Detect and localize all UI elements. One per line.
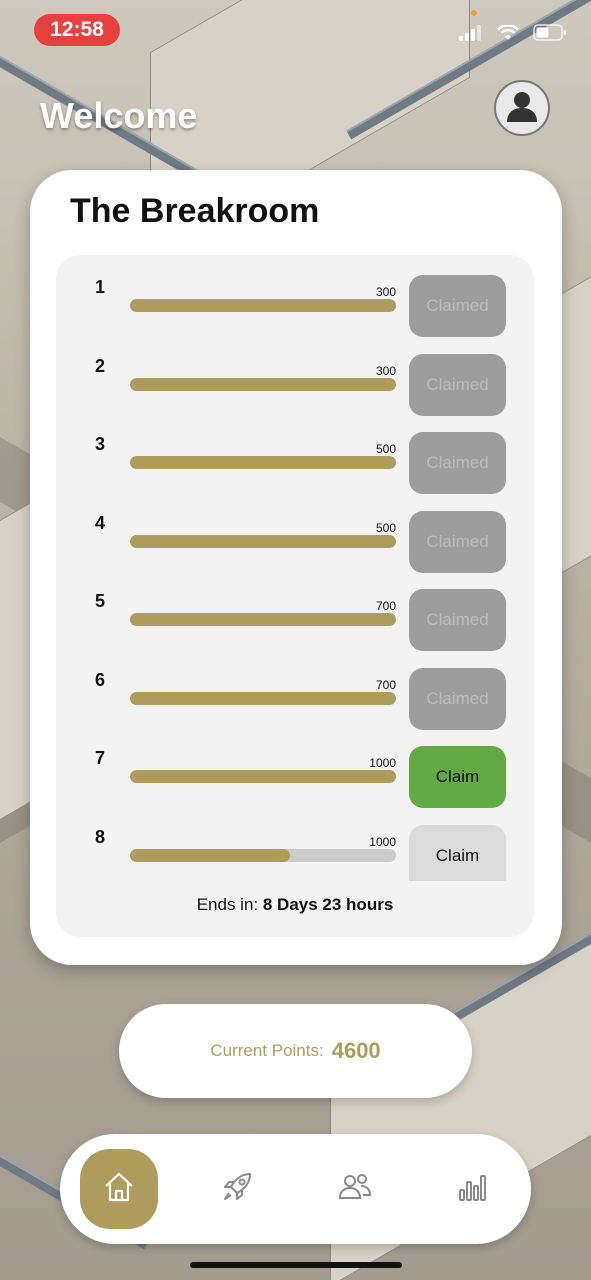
home-indicator <box>190 1262 402 1268</box>
progress-bar-fill <box>130 848 290 862</box>
points-value: 4600 <box>331 1038 381 1063</box>
reward-points-target: 700 <box>375 599 396 613</box>
reward-level-number: 6 <box>94 669 105 690</box>
reward-level-number: 8 <box>94 826 105 847</box>
reward-row: 8 1000 Claim <box>56 805 534 881</box>
status-bar: 12:58 <box>0 0 591 64</box>
home-icon <box>102 1170 136 1209</box>
reward-level-number: 4 <box>94 512 105 533</box>
progress-bar-fill <box>130 770 396 783</box>
welcome-title: Welcome <box>40 95 198 136</box>
progress-bar-fill <box>130 456 396 469</box>
reward-level-number: 5 <box>94 591 105 611</box>
reward-row: 1 300 Claimed <box>56 255 534 337</box>
bar-chart-icon <box>456 1170 490 1209</box>
reward-points-target: 500 <box>375 520 396 535</box>
progress-bar-fill <box>130 534 396 548</box>
points-label: Current Points: <box>210 1041 324 1060</box>
progress-bar-fill <box>130 377 396 391</box>
breakroom-card: The Breakroom 1 300 Claimed 2 300 Claimed 3 500… <box>30 170 562 965</box>
ends-in-value: 8 Days 23 hours <box>262 895 394 914</box>
status-time: 12:58 <box>34 14 120 46</box>
nav-home[interactable] <box>80 1149 158 1229</box>
nav-boost[interactable] <box>198 1149 276 1229</box>
claim-button[interactable]: Claim <box>409 824 506 881</box>
user-silhouette-icon <box>504 88 540 129</box>
reward-level-number: 3 <box>94 434 105 454</box>
reward-row: 6 700 Claimed <box>56 648 534 730</box>
wifi-icon <box>497 23 519 46</box>
nav-friends[interactable] <box>316 1149 394 1229</box>
nav-stats[interactable] <box>434 1149 512 1229</box>
rocket-icon <box>220 1170 254 1209</box>
battery-icon <box>533 24 567 46</box>
progress-bar <box>130 456 396 469</box>
ends-in-label: Ends in: <box>196 895 259 914</box>
progress-bar <box>130 377 396 391</box>
claimed-button[interactable]: Claimed <box>409 275 506 337</box>
reward-row: 4 500 Claimed <box>56 491 534 573</box>
privacy-indicator-dot <box>471 10 477 16</box>
reward-points-target: 700 <box>375 677 396 692</box>
reward-points-target: 500 <box>375 442 396 456</box>
reward-points-target: 1000 <box>369 834 396 849</box>
progress-bar <box>130 691 396 705</box>
reward-level-number: 2 <box>94 355 105 376</box>
cellular-signal-icon <box>459 24 483 46</box>
claimed-button[interactable]: Claimed <box>409 432 506 494</box>
reward-points-target: 300 <box>375 285 396 299</box>
progress-bar <box>130 299 396 312</box>
reward-row: 5 700 Claimed <box>56 569 534 651</box>
reward-points-target: 300 <box>375 363 396 378</box>
progress-bar <box>130 770 396 783</box>
reward-row: 3 500 Claimed <box>56 412 534 494</box>
reward-row: 2 300 Claimed <box>56 334 534 416</box>
claimed-button[interactable]: Claimed <box>409 589 506 651</box>
reward-row: 7 1000 Claim <box>56 726 534 808</box>
progress-bar <box>130 534 396 548</box>
claimed-button[interactable]: Claimed <box>409 510 506 573</box>
claimed-button[interactable]: Claimed <box>409 353 506 416</box>
claimed-button[interactable]: Claimed <box>409 667 506 730</box>
reward-points-target: 1000 <box>369 756 396 770</box>
reward-level-number: 1 <box>94 277 105 297</box>
progress-bar <box>130 613 396 626</box>
users-icon <box>337 1170 373 1209</box>
profile-avatar-button[interactable] <box>494 80 550 136</box>
progress-bar-fill <box>130 613 396 626</box>
progress-bar-fill <box>130 299 396 312</box>
progress-bar <box>130 848 396 862</box>
progress-bar-fill <box>130 691 396 705</box>
ends-in-text: Ends in: 8 Days 23 hours <box>56 895 534 915</box>
claim-button[interactable]: Claim <box>409 746 506 808</box>
current-points-pill: Current Points: 4600 <box>119 1004 472 1098</box>
rewards-panel: 1 300 Claimed 2 300 Claimed 3 500 Claimed 4 500 Cla… <box>56 255 534 937</box>
card-title: The Breakroom <box>70 192 320 230</box>
bottom-nav <box>60 1134 531 1244</box>
reward-level-number: 7 <box>94 748 105 768</box>
